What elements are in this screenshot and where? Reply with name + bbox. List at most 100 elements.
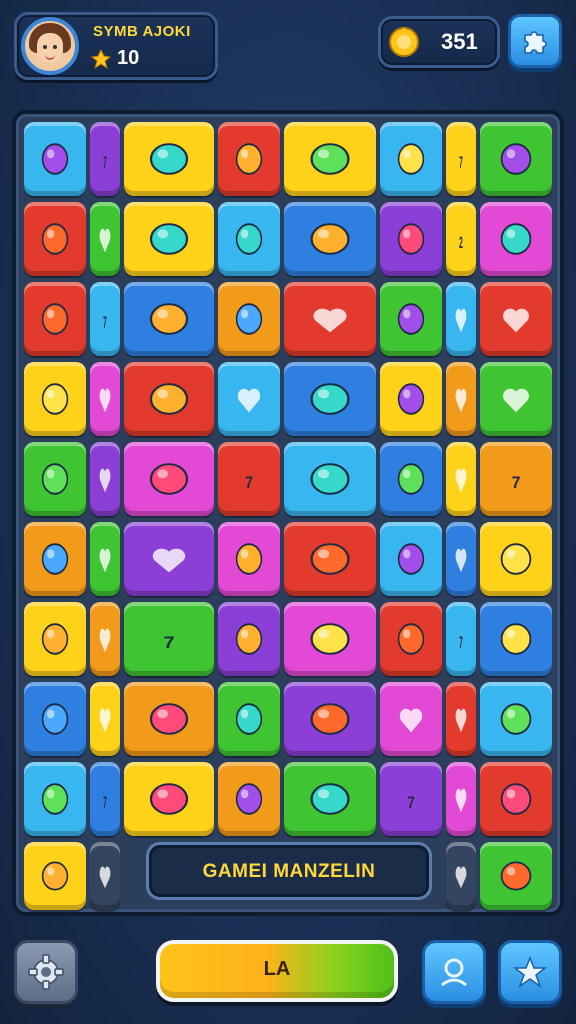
favorites-button[interactable] (498, 940, 562, 1004)
tile-balloon[interactable] (446, 282, 476, 356)
tile-blue-brush[interactable] (480, 122, 552, 196)
balloon-icon (455, 308, 467, 333)
tile-orb[interactable] (284, 762, 376, 836)
tile-bubble[interactable] (90, 442, 120, 516)
tile-purple-bubble[interactable] (380, 122, 442, 196)
tile-heart[interactable] (284, 282, 376, 356)
tile-star[interactable] (446, 362, 476, 436)
tile-leaf[interactable] (218, 682, 280, 756)
tile-gem[interactable] (480, 522, 552, 596)
tile-bubble[interactable] (284, 602, 376, 676)
tile-heart[interactable] (90, 202, 120, 276)
orb-icon (310, 783, 350, 815)
tile-orb[interactable] (124, 442, 214, 516)
tile-seven[interactable]: 7 (124, 602, 214, 676)
tile-green-orb[interactable] (24, 122, 86, 196)
settings-button[interactable] (14, 940, 78, 1004)
tile-plum[interactable] (218, 202, 280, 276)
tile-pencil[interactable] (24, 842, 86, 910)
bubble-icon (310, 623, 350, 655)
tile-bubble[interactable] (24, 602, 86, 676)
profile-button[interactable] (422, 940, 486, 1004)
tile-macaron-heart[interactable] (124, 122, 214, 196)
tile-leaf[interactable] (284, 522, 376, 596)
tile-heart[interactable] (480, 282, 552, 356)
tile-gem[interactable] (446, 682, 476, 756)
tile-seven[interactable]: 7 (90, 762, 120, 836)
tile-heart[interactable] (90, 842, 120, 910)
tile-star[interactable] (124, 362, 214, 436)
tile-bubble[interactable] (380, 442, 442, 516)
cat-face-icon (41, 223, 69, 255)
heart-icon (399, 708, 423, 733)
star-icon (99, 548, 111, 573)
tile-gem[interactable] (218, 522, 280, 596)
tile-star[interactable] (24, 682, 86, 756)
tile-sun[interactable] (480, 602, 552, 676)
star-icon (149, 383, 189, 415)
tile-seven[interactable]: 7 (480, 442, 552, 516)
tile-sun[interactable] (24, 442, 86, 516)
tile-duck[interactable] (124, 282, 214, 356)
green-arrow-icon (235, 143, 263, 175)
bubble-icon (500, 783, 532, 815)
tile-nut-face[interactable] (480, 842, 552, 910)
tile-leaf[interactable] (380, 362, 442, 436)
heart-icon (99, 228, 111, 253)
tile-seven[interactable]: 7 (446, 122, 476, 196)
gear-icon (28, 954, 64, 990)
tile-heart[interactable] (218, 362, 280, 436)
sun-icon (500, 623, 532, 655)
tile-seven[interactable]: 7 (90, 122, 120, 196)
tile-blob-face[interactable] (218, 282, 280, 356)
tile-bubble[interactable] (480, 762, 552, 836)
tile-cat-face[interactable] (24, 202, 86, 276)
tile-sun[interactable] (218, 602, 280, 676)
tile-bubble[interactable] (218, 762, 280, 836)
player-avatar[interactable] (21, 17, 79, 75)
svg-text:7: 7 (407, 794, 415, 812)
tile-leaf[interactable] (24, 522, 86, 596)
tile-gem[interactable] (124, 682, 214, 756)
tile-sun[interactable] (284, 442, 376, 516)
tile-sun-face[interactable] (380, 202, 442, 276)
tile-mushroom[interactable] (480, 202, 552, 276)
tile-orb[interactable] (380, 602, 442, 676)
tile-seven[interactable]: 7 (380, 762, 442, 836)
sun-face-icon (397, 223, 425, 255)
tile-orb[interactable] (446, 442, 476, 516)
gem-icon (500, 543, 532, 575)
tile-heart[interactable] (446, 522, 476, 596)
tile-candy[interactable] (124, 202, 214, 276)
tile-two[interactable]: 2 (446, 202, 476, 276)
tile-orb[interactable] (24, 762, 86, 836)
tile-leaf[interactable] (90, 362, 120, 436)
heart-icon (99, 708, 111, 733)
tile-green-bubble[interactable] (380, 282, 442, 356)
tile-green-arrow[interactable] (218, 122, 280, 196)
tile-sun[interactable] (446, 762, 476, 836)
puzzle-button[interactable] (508, 14, 562, 68)
tile-seven[interactable]: 7 (90, 282, 120, 356)
play-button[interactable]: LA (156, 940, 398, 1002)
tile-heart[interactable] (480, 362, 552, 436)
tile-star[interactable] (284, 682, 376, 756)
tile-heart[interactable] (90, 682, 120, 756)
tile-heart[interactable] (446, 842, 476, 910)
tile-sun[interactable] (124, 762, 214, 836)
tile-seven[interactable]: 7 (218, 442, 280, 516)
tile-seven[interactable]: 7 (446, 602, 476, 676)
tile-gem[interactable] (284, 362, 376, 436)
tile-star[interactable] (380, 522, 442, 596)
tile-heart[interactable] (124, 522, 214, 596)
tile-lollipop[interactable] (24, 282, 86, 356)
tile-seven-star[interactable] (284, 202, 376, 276)
nut-face-icon (500, 861, 532, 891)
tile-leaf[interactable] (480, 682, 552, 756)
tile-robot-face[interactable] (24, 362, 86, 436)
tile-orb[interactable] (90, 602, 120, 676)
tile-pencils[interactable] (284, 122, 376, 196)
tile-star[interactable] (90, 522, 120, 596)
player-profile-panel[interactable]: SYMB AJOKI 10 (14, 12, 218, 80)
tile-heart[interactable] (380, 682, 442, 756)
